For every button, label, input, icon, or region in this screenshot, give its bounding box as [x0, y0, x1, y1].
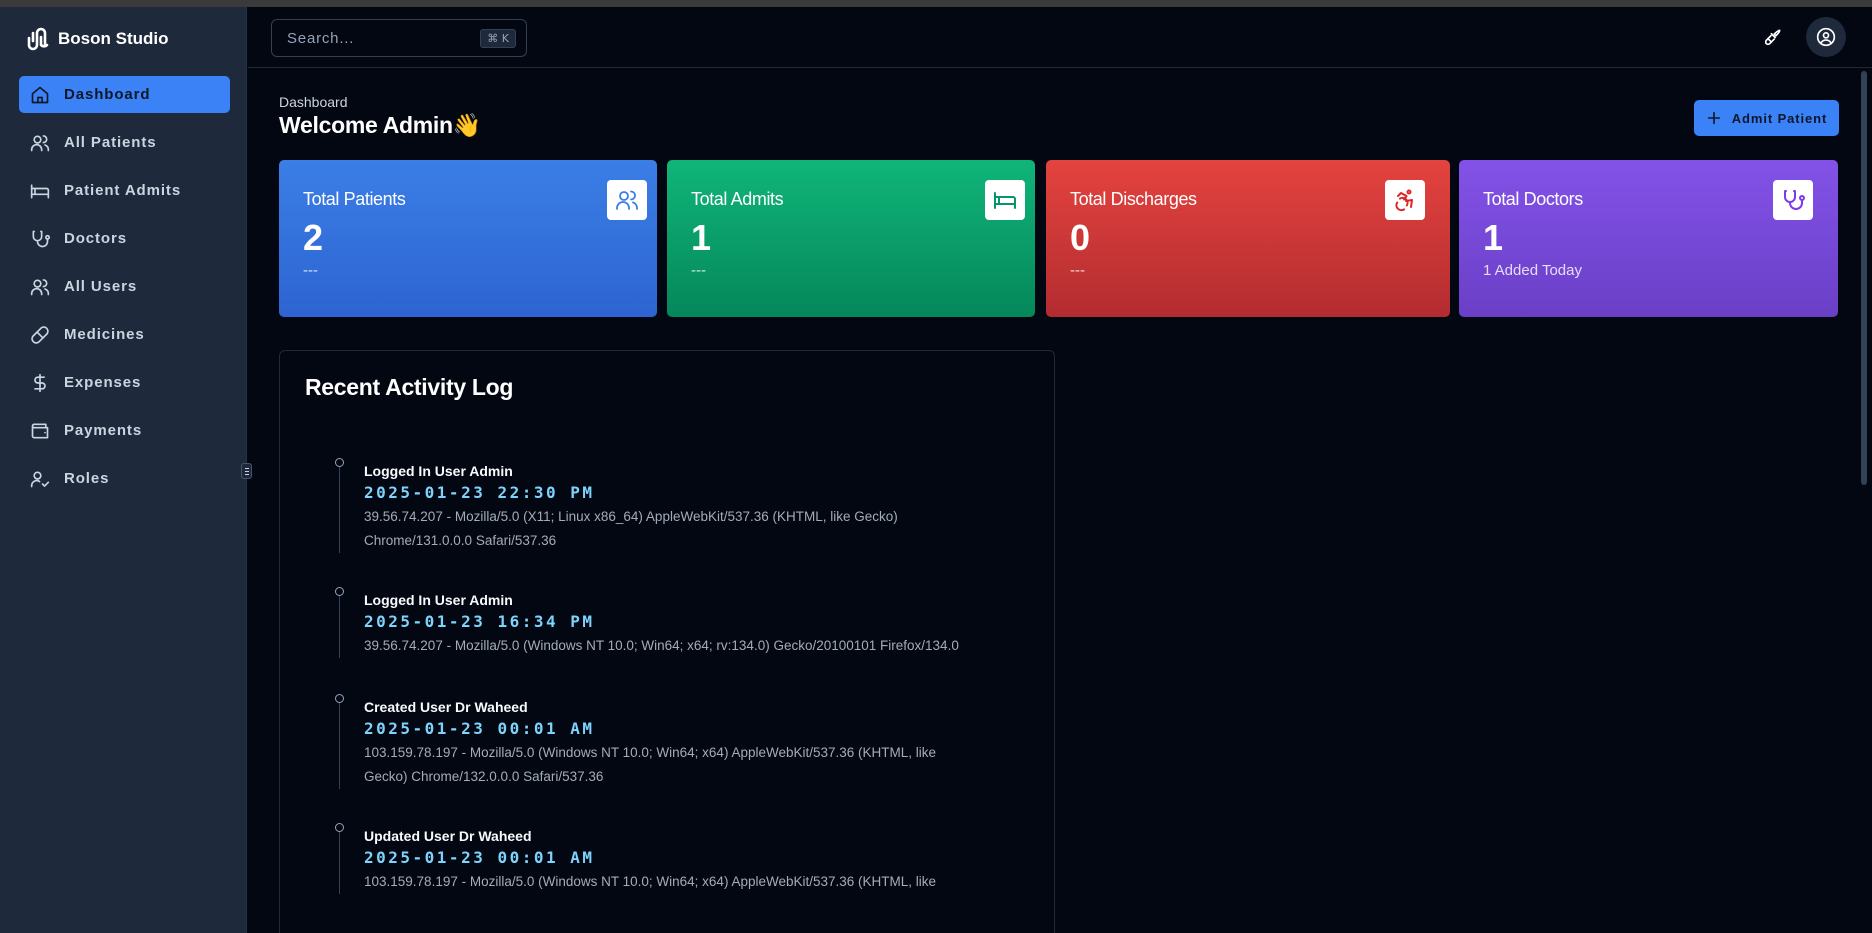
home-icon	[31, 86, 49, 103]
stat-card-subtext: ---	[303, 262, 318, 279]
scrollbar-thumb[interactable]	[1861, 71, 1867, 485]
stat-card-title: Total Discharges	[1070, 189, 1197, 209]
sidebar-item-label: Doctors	[64, 230, 127, 247]
user-check-icon	[30, 471, 50, 487]
sidebar-item-payments[interactable]: Payments	[19, 412, 230, 449]
brand-name: Boson Studio	[58, 29, 169, 48]
page-title: Welcome Admin👋	[279, 112, 482, 138]
search-placeholder: Search...	[287, 29, 355, 47]
stat-card-total-discharges[interactable]: Total Discharges 0 ---	[1046, 160, 1450, 317]
sidebar-item-label: All Users	[64, 278, 138, 295]
activity-detail: 103.159.78.197 - Mozilla/5.0 (Windows NT…	[364, 870, 1019, 894]
activity-detail: 39.56.74.207 - Mozilla/5.0 (Windows NT 1…	[364, 634, 1019, 658]
stethoscope-icon	[1773, 180, 1813, 220]
sidebar-item-expenses[interactable]: Expenses	[19, 364, 230, 401]
sidebar-item-label: Patient Admits	[64, 182, 182, 199]
sidebar: Boson Studio Dashboard All Patients Pati…	[0, 7, 247, 933]
paintbrush-icon	[1764, 29, 1781, 46]
sidebar-item-patient-admits[interactable]: Patient Admits	[19, 172, 230, 209]
sidebar-item-label: Dashboard	[64, 86, 151, 103]
timeline-dot	[335, 458, 344, 467]
window-top-strip	[0, 0, 1872, 7]
page-scrollbar[interactable]	[1856, 68, 1872, 933]
sidebar-item-dashboard[interactable]: Dashboard	[19, 76, 230, 113]
pill-icon	[31, 325, 49, 344]
user-menu-button[interactable]	[1806, 17, 1846, 57]
stats-cards: Total Patients 2 --- Total Admits 1 --- …	[279, 160, 1839, 317]
stat-card-total-patients[interactable]: Total Patients 2 ---	[279, 160, 657, 317]
sidebar-item-label: Payments	[64, 422, 143, 439]
activity-detail-line: 39.56.74.207 - Mozilla/5.0 (X11; Linux x…	[364, 509, 898, 524]
sidebar-item-roles[interactable]: Roles	[19, 460, 230, 497]
timeline-dot	[335, 587, 344, 596]
search-shortcut: ⌘ K	[480, 29, 516, 48]
stat-card-value: 1	[1483, 217, 1504, 258]
stat-card-value: 0	[1070, 217, 1091, 258]
activity-action: Logged In User Admin	[364, 463, 513, 479]
activity-item: Logged In User Admin 2025-01-23 22:30 PM…	[335, 458, 1019, 553]
sidebar-item-all-patients[interactable]: All Patients	[19, 124, 230, 161]
sidebar-item-doctors[interactable]: Doctors	[19, 220, 230, 257]
search-input[interactable]: Search... ⌘ K	[271, 19, 527, 57]
user-circle-icon	[1816, 27, 1836, 47]
stat-card-title: Total Patients	[303, 189, 406, 209]
stat-card-value: 2	[303, 217, 324, 258]
stat-card-subtext: ---	[1070, 262, 1085, 279]
users-icon	[30, 278, 50, 295]
stat-card-subtext: ---	[691, 262, 706, 279]
sidebar-item-medicines[interactable]: Medicines	[19, 316, 230, 353]
admit-patient-label: Admit Patient	[1731, 110, 1828, 126]
bed-icon	[985, 180, 1025, 220]
users-icon	[607, 180, 647, 220]
stat-card-subtext: 1 Added Today	[1483, 262, 1582, 279]
dollar-icon	[34, 373, 46, 392]
sidebar-nav: Dashboard All Patients Patient Admits Do…	[19, 76, 230, 508]
activity-item: Logged In User Admin 2025-01-23 16:34 PM…	[335, 587, 1019, 658]
activity-detail-line: 39.56.74.207 - Mozilla/5.0 (Windows NT 1…	[364, 638, 959, 653]
breadcrumb: Dashboard	[279, 94, 348, 110]
wallet-icon	[31, 423, 49, 438]
activity-detail-line: Gecko) Chrome/132.0.0.0 Safari/537.36	[364, 769, 604, 784]
sidebar-item-label: Medicines	[64, 326, 145, 343]
activity-time: 2025-01-23 00:01 AM	[364, 719, 595, 738]
activity-action: Created User Dr Waheed	[364, 699, 528, 715]
activity-time: 2025-01-23 16:34 PM	[364, 612, 595, 631]
brand[interactable]: Boson Studio	[26, 25, 168, 53]
plus-icon	[1707, 111, 1720, 125]
users-icon	[30, 134, 50, 151]
activity-action: Updated User Dr Waheed	[364, 828, 532, 844]
admit-patient-button[interactable]: Admit Patient	[1694, 100, 1839, 136]
activity-detail-line: 103.159.78.197 - Mozilla/5.0 (Windows NT…	[364, 745, 937, 760]
activity-detail: 103.159.78.197 - Mozilla/5.0 (Windows NT…	[364, 741, 1019, 789]
activity-timeline: Logged In User Admin 2025-01-23 22:30 PM…	[335, 458, 1019, 894]
theme-toggle-button[interactable]	[1753, 17, 1793, 57]
activity-action: Logged In User Admin	[364, 592, 513, 608]
activity-title: Recent Activity Log	[305, 374, 514, 400]
activity-item: Created User Dr Waheed 2025-01-23 00:01 …	[335, 694, 1019, 789]
top-header: Search... ⌘ K	[248, 7, 1872, 68]
activity-time: 2025-01-23 00:01 AM	[364, 848, 595, 867]
stat-card-title: Total Admits	[691, 189, 784, 209]
bed-icon	[30, 183, 50, 198]
activity-detail-line: Chrome/131.0.0.0 Safari/537.36	[364, 533, 557, 548]
timeline-dot	[335, 694, 344, 703]
sidebar-item-label: Roles	[64, 470, 110, 487]
stat-card-value: 1	[691, 217, 712, 258]
activity-item: Updated User Dr Waheed 2025-01-23 00:01 …	[335, 823, 1019, 894]
stat-card-total-admits[interactable]: Total Admits 1 ---	[667, 160, 1035, 317]
sidebar-item-label: Expenses	[64, 374, 142, 391]
stat-card-total-doctors[interactable]: Total Doctors 1 1 Added Today	[1459, 160, 1838, 317]
recent-activity-panel: Recent Activity Log Logged In User Admin…	[279, 350, 1055, 933]
brand-logo-icon	[27, 27, 49, 51]
activity-detail-line: 103.159.78.197 - Mozilla/5.0 (Windows NT…	[364, 874, 937, 889]
activity-time: 2025-01-23 22:30 PM	[364, 483, 595, 502]
timeline-dot	[335, 823, 344, 832]
activity-detail: 39.56.74.207 - Mozilla/5.0 (X11; Linux x…	[364, 505, 1019, 553]
sidebar-item-label: All Patients	[64, 134, 157, 151]
sidebar-item-all-users[interactable]: All Users	[19, 268, 230, 305]
stethoscope-icon	[32, 230, 50, 247]
stat-card-title: Total Doctors	[1483, 189, 1583, 209]
main-content: Dashboard Welcome Admin👋 Admit Patient T…	[248, 68, 1852, 933]
accessibility-icon	[1385, 180, 1425, 220]
